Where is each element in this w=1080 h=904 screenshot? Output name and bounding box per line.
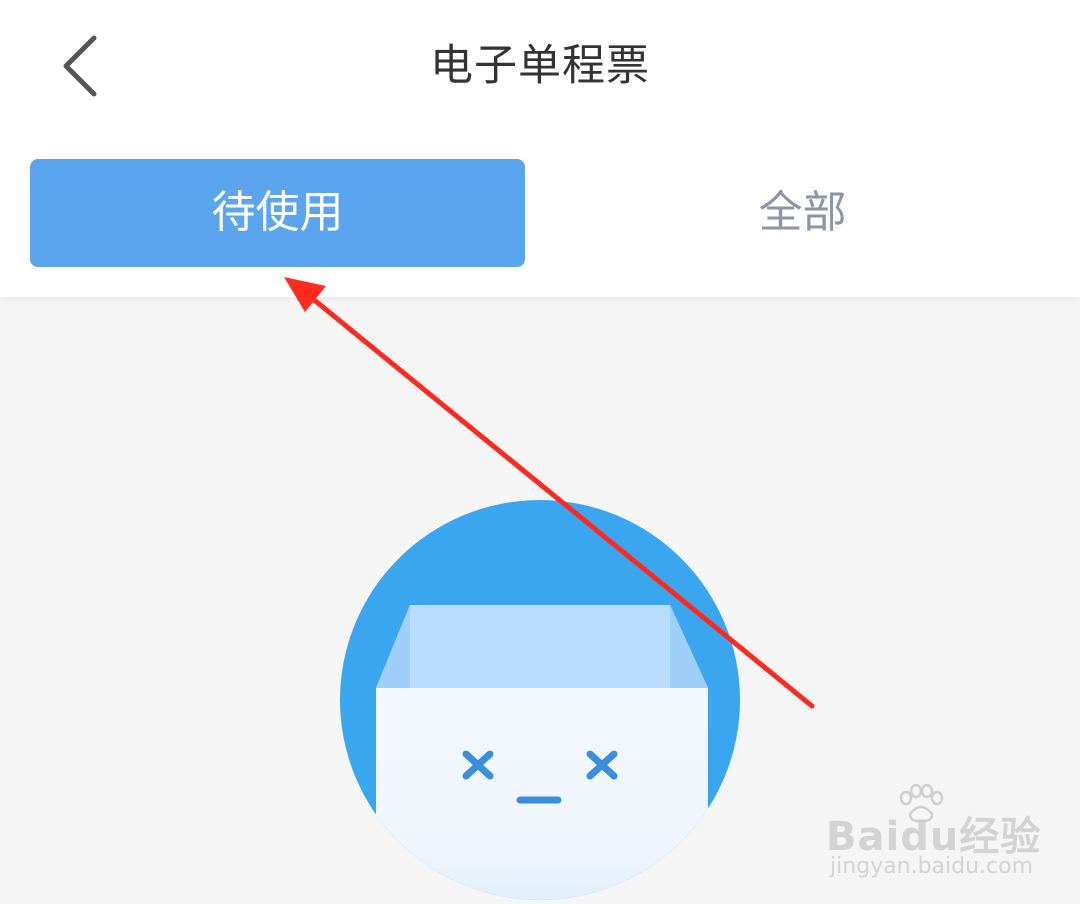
box-inner xyxy=(376,605,708,688)
watermark-url: jingyan.baidu.com xyxy=(830,854,1034,879)
page-title: 电子单程票 xyxy=(430,41,650,91)
empty-box-face-icon xyxy=(340,500,740,900)
back-button[interactable] xyxy=(40,26,120,106)
baidu-jingyan-watermark: Baidu经验 jingyan.baidu.com xyxy=(826,784,1066,894)
header-panel: 电子单程票 待使用 全部 xyxy=(0,0,1080,297)
paw-icon xyxy=(899,784,944,823)
tab-pending[interactable]: 待使用 xyxy=(30,159,525,267)
box-front xyxy=(376,688,708,900)
watermark-brand: Baidu经验 xyxy=(826,814,1042,860)
chevron-left-icon xyxy=(63,35,97,97)
tab-all[interactable]: 全部 xyxy=(555,159,1050,267)
